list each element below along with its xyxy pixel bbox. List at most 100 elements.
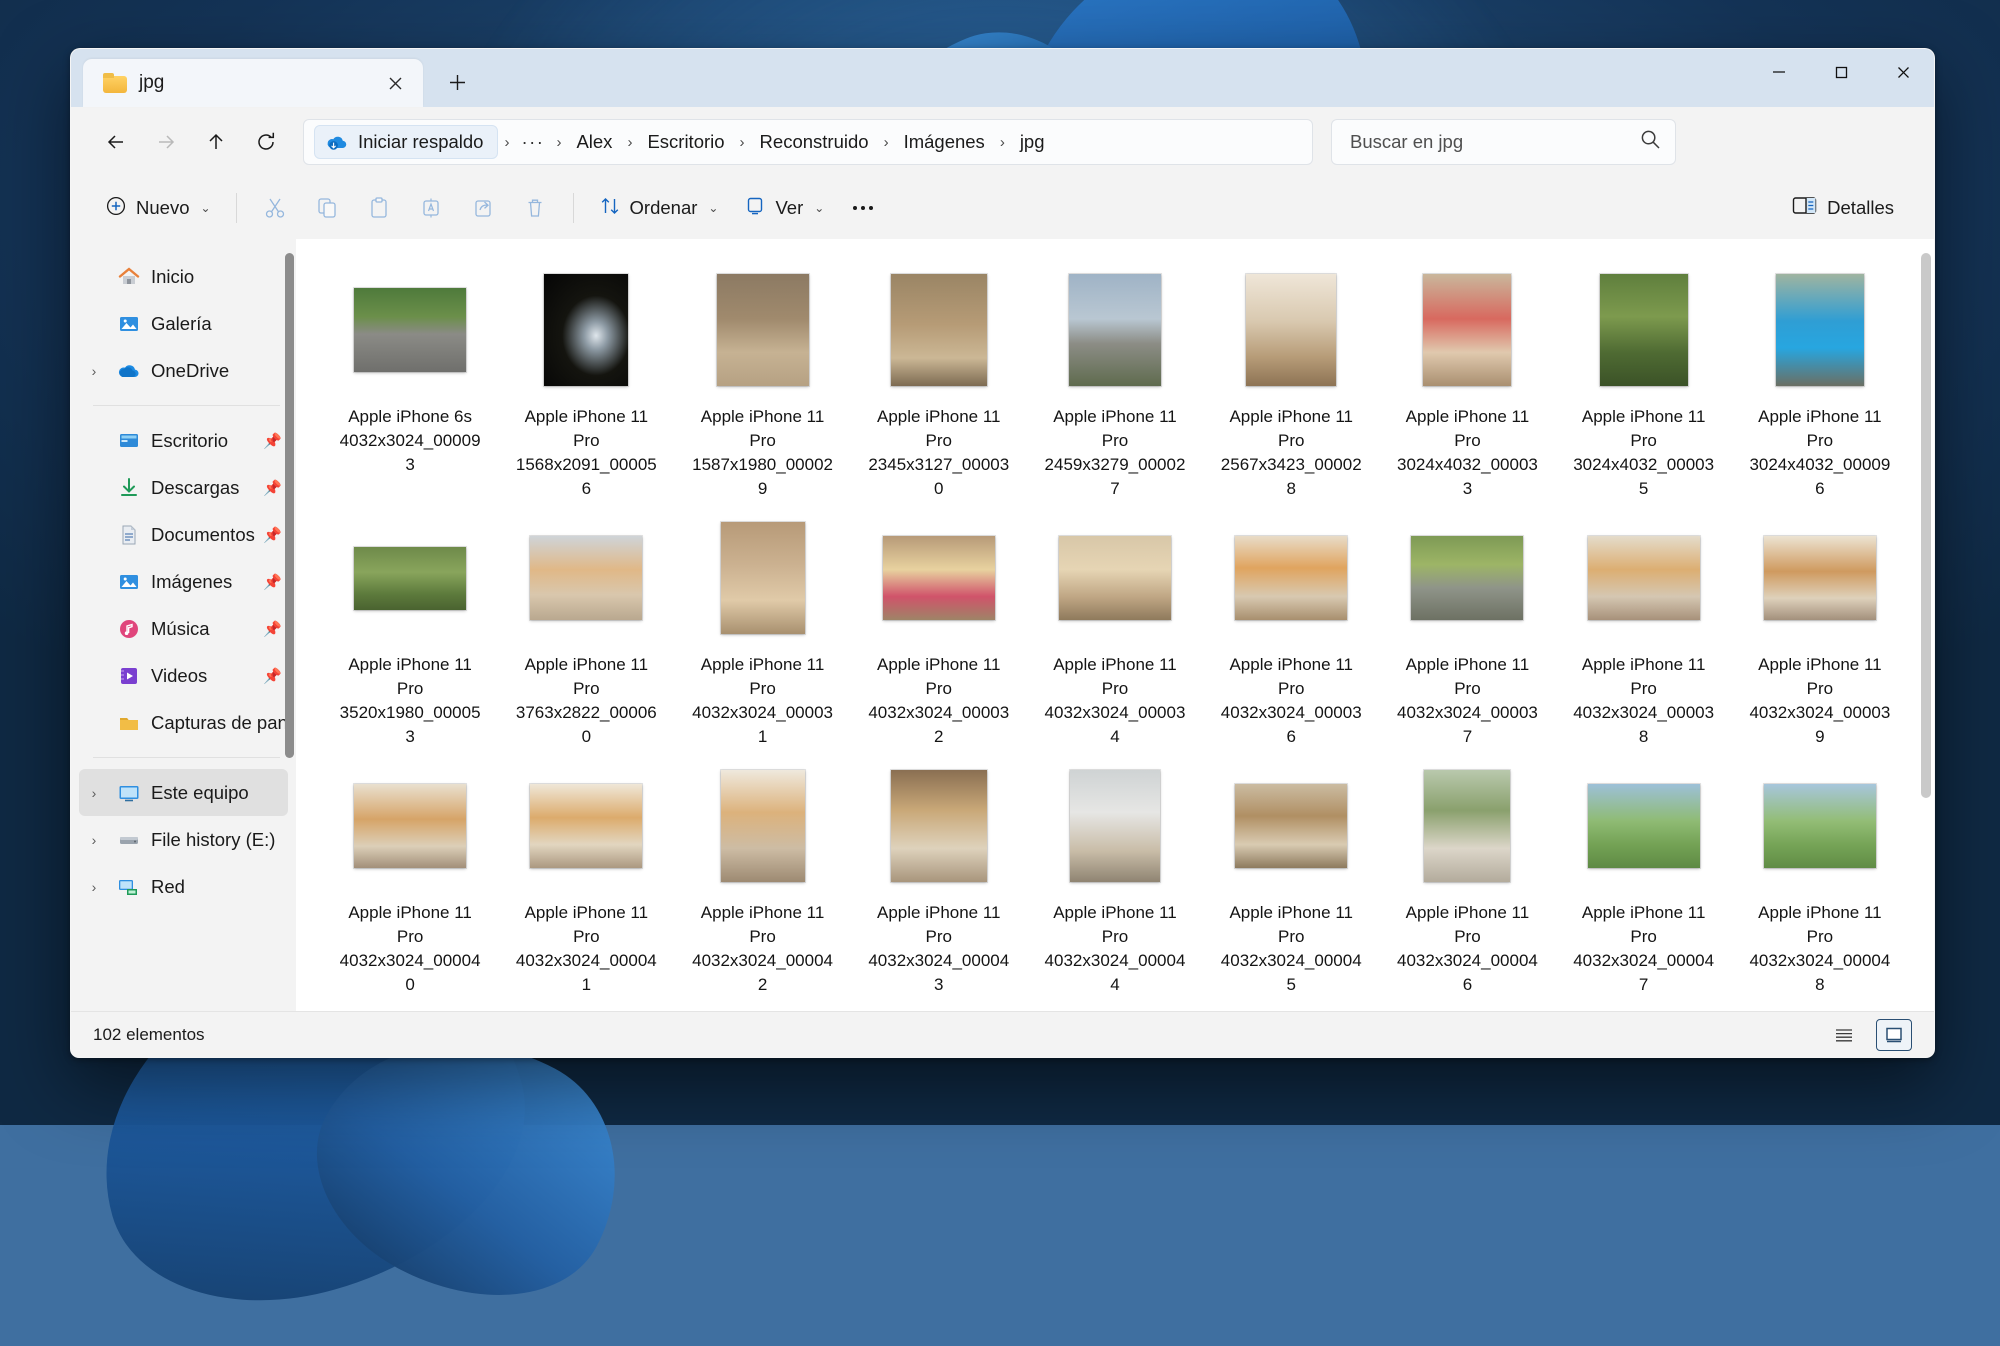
sidebar-scrollbar-thumb[interactable] — [285, 253, 294, 758]
file-item[interactable]: Apple iPhone 6s 4032x3024_000093 — [322, 257, 498, 501]
file-thumbnail[interactable] — [719, 521, 806, 635]
refresh-button[interactable] — [243, 119, 289, 165]
file-item[interactable]: Apple iPhone 11 Pro 4032x3024_000048 — [1732, 753, 1908, 997]
breadcrumb-item-jpg[interactable]: jpg — [1011, 127, 1054, 157]
breadcrumb-overflow[interactable]: ··· — [515, 127, 550, 157]
delete-button[interactable] — [510, 186, 560, 230]
view-button[interactable]: Ver ⌄ — [732, 186, 836, 230]
large-icons-view-toggle[interactable] — [1876, 1018, 1912, 1051]
file-item[interactable]: Apple iPhone 11 Pro 3520x1980_000053 — [322, 505, 498, 749]
breadcrumb-item-imagenes[interactable]: Imágenes — [895, 127, 994, 157]
file-thumbnail[interactable] — [1774, 273, 1865, 387]
file-thumbnail[interactable] — [1586, 783, 1701, 869]
sidebar-item-galeria[interactable]: › Galería — [79, 300, 288, 347]
chevron-right-icon[interactable]: › — [81, 879, 107, 895]
breadcrumb[interactable]: Iniciar respaldo › ··· › Alex › Escritor… — [303, 119, 1313, 165]
file-thumbnail[interactable] — [889, 769, 988, 883]
file-item[interactable]: Apple iPhone 11 Pro 4032x3024_000034 — [1027, 505, 1203, 749]
pin-icon[interactable]: 📌 — [263, 479, 282, 497]
start-backup-button[interactable]: Iniciar respaldo — [314, 125, 499, 159]
file-item[interactable]: Apple iPhone 11 Pro 4032x3024_000041 — [498, 753, 674, 997]
file-thumbnail[interactable] — [719, 769, 806, 883]
paste-button[interactable] — [354, 186, 404, 230]
file-thumbnail[interactable] — [529, 783, 644, 869]
close-button[interactable] — [1872, 49, 1934, 95]
sidebar-item-musica[interactable]: › Música 📌 — [79, 605, 288, 652]
file-item[interactable]: Apple iPhone 11 Pro 3024x4032_000033 — [1379, 257, 1555, 501]
file-thumbnail[interactable] — [889, 273, 988, 387]
more-options-button[interactable] — [838, 186, 888, 230]
forward-button[interactable] — [143, 119, 189, 165]
chevron-right-icon[interactable]: › — [81, 363, 107, 379]
search-icon[interactable] — [1640, 129, 1661, 155]
file-item[interactable]: Apple iPhone 11 Pro 4032x3024_000032 — [851, 505, 1027, 749]
file-item[interactable]: Apple iPhone 11 Pro 4032x3024_000044 — [1027, 753, 1203, 997]
file-thumbnail[interactable] — [881, 535, 996, 621]
sidebar-item-videos[interactable]: › Videos 📌 — [79, 652, 288, 699]
sidebar-item-este-equipo[interactable]: › Este equipo — [79, 769, 288, 816]
tab-jpg[interactable]: jpg — [83, 59, 423, 107]
file-thumbnail[interactable] — [1234, 783, 1349, 869]
rename-button[interactable] — [406, 186, 456, 230]
file-item[interactable]: Apple iPhone 11 Pro 4032x3024_000047 — [1556, 753, 1732, 997]
file-thumbnail[interactable] — [543, 273, 630, 387]
share-button[interactable] — [458, 186, 508, 230]
file-item[interactable]: Apple iPhone 11 Pro 4032x3024_000043 — [851, 753, 1027, 997]
pin-icon[interactable]: 📌 — [263, 573, 282, 591]
sidebar-item-documentos[interactable]: › Documentos 📌 — [79, 511, 288, 558]
file-thumbnail[interactable] — [353, 545, 468, 611]
file-item[interactable]: Apple iPhone 11 Pro 1587x1980_000029 — [674, 257, 850, 501]
file-item[interactable]: Apple iPhone 11 Pro 4032x3024_000037 — [1379, 505, 1555, 749]
sidebar-item-inicio[interactable]: › Inicio — [79, 253, 288, 300]
minimize-button[interactable] — [1748, 49, 1810, 95]
file-item[interactable]: Apple iPhone 11 Pro 2567x3423_000028 — [1203, 257, 1379, 501]
sidebar-item-descargas[interactable]: › Descargas 📌 — [79, 464, 288, 511]
file-item[interactable]: Apple iPhone 11 Pro 4032x3024_000039 — [1732, 505, 1908, 749]
file-thumbnail[interactable] — [1410, 535, 1525, 621]
breadcrumb-item-escritorio[interactable]: Escritorio — [638, 127, 733, 157]
search-box[interactable]: Buscar en jpg — [1331, 119, 1676, 165]
sidebar-item-file-history[interactable]: › File history (E:) — [79, 816, 288, 863]
pin-icon[interactable]: 📌 — [263, 620, 282, 638]
file-item[interactable]: Apple iPhone 11 Pro 2459x3279_000027 — [1027, 257, 1203, 501]
file-grid-pane[interactable]: Apple iPhone 6s 4032x3024_000093 Apple iP… — [296, 239, 1934, 1011]
file-thumbnail[interactable] — [529, 535, 644, 621]
maximize-button[interactable] — [1810, 49, 1872, 95]
chevron-right-icon[interactable]: › — [81, 832, 107, 848]
new-tab-button[interactable] — [441, 66, 473, 98]
file-thumbnail[interactable] — [1762, 535, 1877, 621]
pin-icon[interactable]: 📌 — [263, 526, 282, 544]
details-pane-button[interactable]: Detalles — [1780, 186, 1906, 230]
file-thumbnail[interactable] — [353, 783, 468, 869]
sidebar-item-imagenes[interactable]: › Imágenes 📌 — [79, 558, 288, 605]
chevron-right-icon[interactable]: › — [81, 785, 107, 801]
back-button[interactable] — [93, 119, 139, 165]
sidebar-item-escritorio[interactable]: › Escritorio 📌 — [79, 417, 288, 464]
breadcrumb-item-reconstruido[interactable]: Reconstruido — [751, 127, 878, 157]
file-item[interactable]: Apple iPhone 11 Pro 4032x3024_000036 — [1203, 505, 1379, 749]
copy-button[interactable] — [302, 186, 352, 230]
file-thumbnail[interactable] — [353, 287, 468, 373]
cut-button[interactable] — [250, 186, 300, 230]
file-thumbnail[interactable] — [1586, 535, 1701, 621]
file-item[interactable]: Apple iPhone 11 Pro 4032x3024_000042 — [674, 753, 850, 997]
pin-icon[interactable]: 📌 — [263, 667, 282, 685]
file-thumbnail[interactable] — [1422, 273, 1513, 387]
close-icon[interactable] — [379, 67, 411, 99]
sidebar-item-red[interactable]: › Red — [79, 863, 288, 910]
file-thumbnail[interactable] — [1245, 273, 1338, 387]
file-item[interactable]: Apple iPhone 11 Pro 4032x3024_000045 — [1203, 753, 1379, 997]
file-item[interactable]: Apple iPhone 11 Pro 3763x2822_000060 — [498, 505, 674, 749]
content-scrollbar-thumb[interactable] — [1921, 253, 1931, 798]
file-thumbnail[interactable] — [715, 273, 810, 387]
up-button[interactable] — [193, 119, 239, 165]
file-thumbnail[interactable] — [1067, 273, 1162, 387]
sidebar-item-capturas-de-pantalla[interactable]: › Capturas de pan — [79, 699, 288, 746]
file-thumbnail[interactable] — [1068, 769, 1161, 883]
sidebar-item-onedrive[interactable]: › OneDrive — [79, 347, 288, 394]
file-thumbnail[interactable] — [1057, 535, 1172, 621]
pin-icon[interactable]: 📌 — [263, 432, 282, 450]
file-item[interactable]: Apple iPhone 11 Pro 4032x3024_000046 — [1379, 753, 1555, 997]
file-thumbnail[interactable] — [1762, 783, 1877, 869]
file-item[interactable]: Apple iPhone 11 Pro 3024x4032_000096 — [1732, 257, 1908, 501]
